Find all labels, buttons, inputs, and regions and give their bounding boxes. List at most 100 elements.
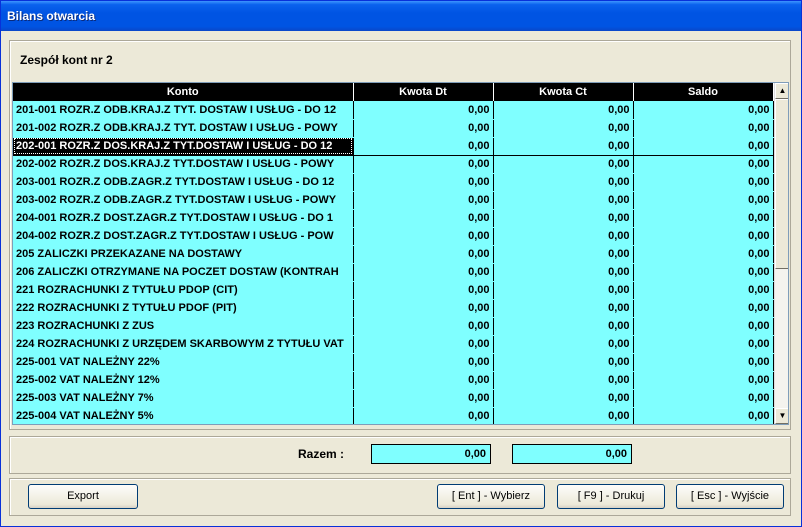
cell-kwota-dt: 0,00 bbox=[353, 407, 494, 424]
table-row[interactable]: 225-003 VAT NALEŻNY 7% 0,00 0,00 0,00 bbox=[13, 389, 774, 408]
cell-kwota-ct: 0,00 bbox=[493, 209, 634, 228]
cell-konto: 225-004 VAT NALEŻNY 5% bbox=[13, 407, 354, 424]
cell-kwota-dt: 0,00 bbox=[353, 263, 494, 282]
table-row[interactable]: 225-002 VAT NALEŻNY 12% 0,00 0,00 0,00 bbox=[13, 371, 774, 390]
table-row[interactable]: 206 ZALICZKI OTRZYMANE NA POCZET DOSTAW … bbox=[13, 263, 774, 282]
table-row[interactable]: 201-001 ROZR.Z ODB.KRAJ.Z TYT. DOSTAW I … bbox=[13, 101, 774, 120]
cell-kwota-dt: 0,00 bbox=[353, 389, 494, 408]
cell-konto: 201-001 ROZR.Z ODB.KRAJ.Z TYT. DOSTAW I … bbox=[13, 101, 354, 120]
cell-saldo: 0,00 bbox=[633, 371, 774, 390]
cell-kwota-ct: 0,00 bbox=[493, 173, 634, 192]
table-row[interactable]: 221 ROZRACHUNKI Z TYTUŁU PDOP (CIT) 0,00 0… bbox=[13, 281, 774, 300]
cell-kwota-dt: 0,00 bbox=[353, 299, 494, 318]
table-row[interactable]: 205 ZALICZKI PRZEKAZANE NA DOSTAWY 0,00 0,… bbox=[13, 245, 774, 264]
cell-konto: 221 ROZRACHUNKI Z TYTUŁU PDOP (CIT) bbox=[13, 281, 354, 300]
scroll-thumb[interactable] bbox=[775, 99, 788, 269]
accounts-grid[interactable]: Konto Kwota Dt Kwota Ct Saldo 201-001 RO… bbox=[12, 82, 789, 425]
table-row[interactable]: 225-001 VAT NALEŻNY 22% 0,00 0,00 0,00 bbox=[13, 353, 774, 372]
vertical-scrollbar[interactable]: ▲ ▼ bbox=[774, 83, 788, 424]
cell-konto: 223 ROZRACHUNKI Z ZUS bbox=[13, 317, 354, 336]
cell-kwota-dt: 0,00 bbox=[353, 101, 494, 120]
cell-konto: 225-003 VAT NALEŻNY 7% bbox=[13, 389, 354, 408]
cell-saldo: 0,00 bbox=[633, 353, 774, 372]
cell-saldo: 0,00 bbox=[633, 299, 774, 318]
window-title: Bilans otwarcia bbox=[7, 9, 96, 23]
cell-saldo: 0,00 bbox=[633, 191, 774, 210]
total-dt-field: 0,00 bbox=[371, 444, 491, 464]
cell-konto: 204-001 ROZR.Z DOST.ZAGR.Z TYT.DOSTAW I … bbox=[13, 209, 354, 228]
select-button[interactable]: [ Ent ] - Wybierz bbox=[437, 484, 545, 509]
table-row[interactable]: 222 ROZRACHUNKI Z TYTUŁU PDOF (PIT) 0,00 0… bbox=[13, 299, 774, 318]
cell-konto: 202-002 ROZR.Z DOS.KRAJ.Z TYT.DOSTAW I U… bbox=[13, 155, 354, 174]
cell-saldo: 0,00 bbox=[633, 407, 774, 424]
cell-kwota-ct: 0,00 bbox=[493, 155, 634, 174]
total-ct-field: 0,00 bbox=[512, 444, 632, 464]
cell-konto: 204-002 ROZR.Z DOST.ZAGR.Z TYT.DOSTAW I … bbox=[13, 227, 354, 246]
cell-saldo: 0,00 bbox=[633, 389, 774, 408]
table-row[interactable]: 203-001 ROZR.Z ODB.ZAGR.Z TYT.DOSTAW I U… bbox=[13, 173, 774, 192]
cell-kwota-ct: 0,00 bbox=[493, 389, 634, 408]
cell-kwota-dt: 0,00 bbox=[353, 136, 494, 156]
cell-saldo: 0,00 bbox=[633, 263, 774, 282]
cell-konto: 224 ROZRACHUNKI Z URZĘDEM SKARBOWYM Z TY… bbox=[13, 335, 354, 354]
cell-konto: 225-001 VAT NALEŻNY 22% bbox=[13, 353, 354, 372]
cell-konto: 225-002 VAT NALEŻNY 12% bbox=[13, 371, 354, 390]
cell-kwota-ct: 0,00 bbox=[493, 101, 634, 120]
cell-kwota-ct: 0,00 bbox=[493, 353, 634, 372]
column-header-saldo[interactable]: Saldo bbox=[633, 83, 774, 101]
scroll-up-button[interactable]: ▲ bbox=[775, 83, 788, 99]
export-button[interactable]: Export bbox=[28, 484, 138, 509]
cell-kwota-ct: 0,00 bbox=[493, 335, 634, 354]
cell-saldo: 0,00 bbox=[633, 136, 774, 156]
cell-kwota-dt: 0,00 bbox=[353, 191, 494, 210]
cell-saldo: 0,00 bbox=[633, 317, 774, 336]
table-row[interactable]: 204-002 ROZR.Z DOST.ZAGR.Z TYT.DOSTAW I … bbox=[13, 227, 774, 246]
cell-kwota-ct: 0,00 bbox=[493, 407, 634, 424]
column-header-kwota-dt[interactable]: Kwota Dt bbox=[353, 83, 494, 101]
table-row[interactable]: 201-002 ROZR.Z ODB.KRAJ.Z TYT. DOSTAW I … bbox=[13, 119, 774, 138]
cell-saldo: 0,00 bbox=[633, 281, 774, 300]
cell-konto: 206 ZALICZKI OTRZYMANE NA POCZET DOSTAW … bbox=[13, 263, 354, 282]
title-bar[interactable]: Bilans otwarcia bbox=[1, 1, 801, 31]
cell-kwota-dt: 0,00 bbox=[353, 209, 494, 228]
cell-kwota-ct: 0,00 bbox=[493, 263, 634, 282]
table-row[interactable]: 225-004 VAT NALEŻNY 5% 0,00 0,00 0,00 bbox=[13, 407, 774, 424]
cell-saldo: 0,00 bbox=[633, 173, 774, 192]
table-row[interactable]: 204-001 ROZR.Z DOST.ZAGR.Z TYT.DOSTAW I … bbox=[13, 209, 774, 228]
table-header: Konto Kwota Dt Kwota Ct Saldo bbox=[13, 83, 774, 101]
cell-kwota-ct: 0,00 bbox=[493, 281, 634, 300]
cell-saldo: 0,00 bbox=[633, 227, 774, 246]
cell-kwota-dt: 0,00 bbox=[353, 245, 494, 264]
cell-kwota-dt: 0,00 bbox=[353, 119, 494, 138]
cell-kwota-dt: 0,00 bbox=[353, 227, 494, 246]
cell-saldo: 0,00 bbox=[633, 245, 774, 264]
cell-konto: 222 ROZRACHUNKI Z TYTUŁU PDOF (PIT) bbox=[13, 299, 354, 318]
column-header-kwota-ct[interactable]: Kwota Ct bbox=[493, 83, 634, 101]
cell-kwota-ct: 0,00 bbox=[493, 299, 634, 318]
scroll-down-button[interactable]: ▼ bbox=[775, 408, 788, 424]
cell-kwota-dt: 0,00 bbox=[353, 335, 494, 354]
cell-kwota-dt: 0,00 bbox=[353, 353, 494, 372]
table-row[interactable]: 203-002 ROZR.Z ODB.ZAGR.Z TYT.DOSTAW I U… bbox=[13, 191, 774, 210]
cell-kwota-ct: 0,00 bbox=[493, 227, 634, 246]
print-button[interactable]: [ F9 ] - Drukuj bbox=[557, 484, 665, 509]
total-label: Razem : bbox=[298, 447, 345, 461]
cell-kwota-dt: 0,00 bbox=[353, 173, 494, 192]
table-row[interactable]: 202-002 ROZR.Z DOS.KRAJ.Z TYT.DOSTAW I U… bbox=[13, 155, 774, 174]
cell-konto: 202-001 ROZR.Z DOS.KRAJ.Z TYT.DOSTAW I U… bbox=[13, 136, 354, 156]
column-header-konto[interactable]: Konto bbox=[13, 83, 354, 101]
cell-kwota-dt: 0,00 bbox=[353, 317, 494, 336]
table-row[interactable]: 223 ROZRACHUNKI Z ZUS 0,00 0,00 0,00 bbox=[13, 317, 774, 336]
cell-saldo: 0,00 bbox=[633, 119, 774, 138]
cell-kwota-dt: 0,00 bbox=[353, 371, 494, 390]
cell-kwota-ct: 0,00 bbox=[493, 136, 634, 156]
cell-saldo: 0,00 bbox=[633, 101, 774, 120]
table-row[interactable]: 202-001 ROZR.Z DOS.KRAJ.Z TYT.DOSTAW I U… bbox=[13, 136, 774, 156]
table-row[interactable]: 224 ROZRACHUNKI Z URZĘDEM SKARBOWYM Z TY… bbox=[13, 335, 774, 354]
cell-kwota-ct: 0,00 bbox=[493, 119, 634, 138]
cell-konto: 201-002 ROZR.Z ODB.KRAJ.Z TYT. DOSTAW I … bbox=[13, 119, 354, 138]
group-title: Zespół kont nr 2 bbox=[20, 53, 113, 67]
cell-saldo: 0,00 bbox=[633, 335, 774, 354]
cell-konto: 205 ZALICZKI PRZEKAZANE NA DOSTAWY bbox=[13, 245, 354, 264]
exit-button[interactable]: [ Esc ] - Wyjście bbox=[676, 484, 784, 509]
